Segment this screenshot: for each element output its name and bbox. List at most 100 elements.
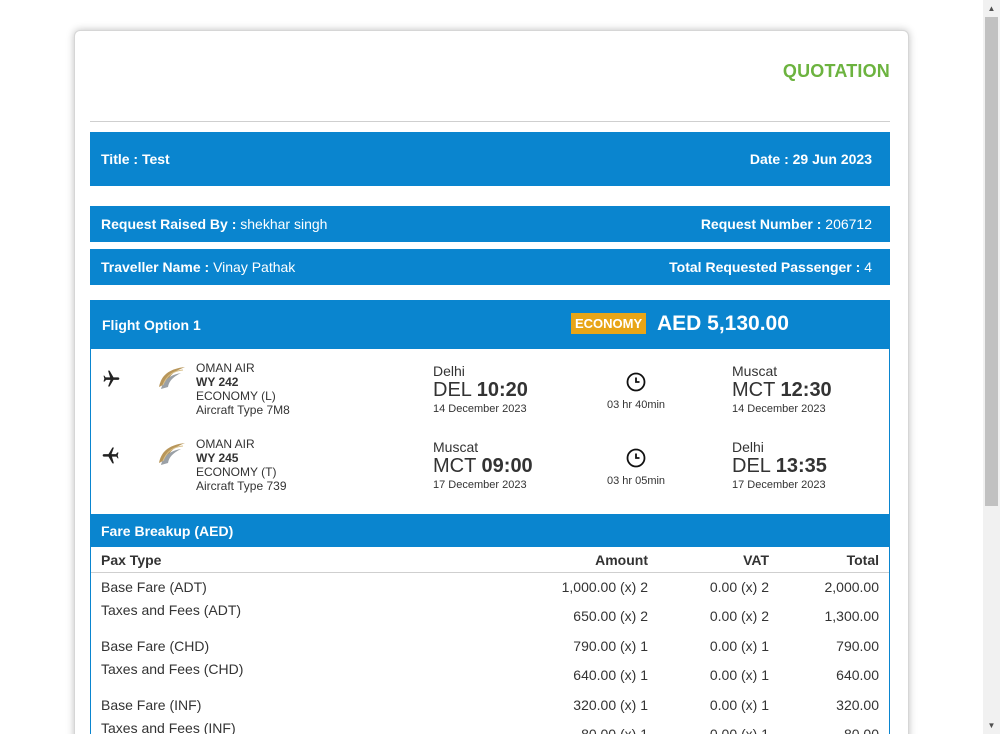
flight-duration: 03 hr 40min bbox=[606, 399, 666, 411]
arrival-date: 14 December 2023 bbox=[732, 403, 826, 415]
flight-option-box: Flight Option 1 ECONOMY AED 5,130.00 OMA… bbox=[90, 300, 890, 515]
departure-info: Muscat MCT 09:00 17 December 2023 bbox=[433, 439, 533, 493]
clock-icon bbox=[626, 372, 646, 392]
cabin-badge: ECONOMY bbox=[571, 313, 647, 334]
scroll-down-arrow-icon[interactable]: ▼ bbox=[983, 717, 1000, 734]
amount-cell: 650.00 (x) 2 bbox=[573, 608, 648, 624]
pax-type-cell: Base Fare (CHD) bbox=[101, 638, 210, 654]
amount-cell: 790.00 (x) 1 bbox=[573, 638, 648, 654]
duration-info: 03 hr 05min bbox=[596, 447, 676, 489]
pax-type-cell: Taxes and Fees (INF) bbox=[101, 720, 236, 734]
total-cell: 790.00 bbox=[836, 638, 879, 654]
departure-time: 09:00 bbox=[481, 455, 533, 477]
departure-city: Muscat bbox=[433, 439, 479, 455]
flight-price: AED 5,130.00 bbox=[657, 312, 789, 335]
request-bar: Request Raised By : shekhar singh Reques… bbox=[90, 206, 890, 242]
total-cell: 1,300.00 bbox=[824, 608, 880, 624]
table-row: Base Fare (INF) 320.00 (x) 1 0.00 (x) 1 … bbox=[91, 697, 889, 713]
arrival-city: Muscat bbox=[732, 363, 778, 379]
table-row: Base Fare (ADT) 1,000.00 (x) 2 0.00 (x) … bbox=[91, 579, 889, 595]
flight-segment: OMAN AIR WY 245 ECONOMY (T) Aircraft Typ… bbox=[91, 429, 889, 499]
arrival-time: 12:30 bbox=[780, 379, 832, 401]
column-header-vat: VAT bbox=[743, 551, 769, 568]
fare-table-header: Pax Type Amount VAT Total bbox=[91, 547, 889, 573]
airplane-icon bbox=[102, 447, 119, 464]
arrival-date: 17 December 2023 bbox=[732, 479, 826, 491]
amount-cell: 80.00 (x) 1 bbox=[581, 726, 648, 734]
airline-info: OMAN AIR WY 242 ECONOMY (L) Aircraft Typ… bbox=[196, 361, 290, 417]
departure-city: Delhi bbox=[433, 363, 465, 379]
flight-duration: 03 hr 05min bbox=[606, 475, 666, 487]
total-cell: 640.00 bbox=[836, 667, 879, 683]
departure-info: Delhi DEL 10:20 14 December 2023 bbox=[433, 363, 528, 417]
total-cell: 320.00 bbox=[836, 697, 879, 713]
duration-info: 03 hr 40min bbox=[596, 371, 676, 413]
vat-cell: 0.00 (x) 1 bbox=[709, 638, 769, 654]
arrival-code: MCT bbox=[732, 379, 775, 401]
aircraft-type: Aircraft Type 739 bbox=[196, 479, 287, 493]
request-number: Request Number : 206712 bbox=[700, 216, 872, 232]
vat-cell: 0.00 (x) 1 bbox=[709, 726, 769, 734]
pax-type-cell: Taxes and Fees (ADT) bbox=[101, 602, 242, 618]
departure-time: 10:20 bbox=[476, 379, 528, 401]
request-raised-by: Request Raised By : shekhar singh bbox=[101, 216, 328, 232]
departure-code: MCT bbox=[433, 455, 476, 477]
quotation-card: QUOTATION Title : Test Date : 29 Jun 202… bbox=[74, 30, 909, 734]
table-row: Taxes and Fees (ADT) 650.00 (x) 2 0.00 (… bbox=[91, 602, 889, 624]
arrival-time: 13:35 bbox=[775, 455, 827, 477]
traveller-bar: Traveller Name : Vinay Pathak Total Requ… bbox=[90, 249, 890, 285]
flight-number: WY 242 bbox=[196, 375, 239, 389]
column-header-amount: Amount bbox=[595, 551, 648, 568]
scrollbar-thumb[interactable] bbox=[985, 17, 998, 506]
vat-cell: 0.00 (x) 1 bbox=[709, 667, 769, 683]
aircraft-type: Aircraft Type 7M8 bbox=[196, 403, 290, 417]
column-header-total: Total bbox=[846, 551, 879, 568]
oman-air-logo-icon bbox=[159, 443, 185, 465]
fare-group-chd: Base Fare (CHD) 790.00 (x) 1 0.00 (x) 1 … bbox=[91, 632, 889, 691]
pax-type-cell: Taxes and Fees (CHD) bbox=[101, 661, 244, 677]
departure-date: 17 December 2023 bbox=[433, 479, 527, 491]
amount-cell: 320.00 (x) 1 bbox=[573, 697, 648, 713]
departure-code: DEL bbox=[433, 379, 472, 401]
flight-option-label: Flight Option 1 bbox=[102, 317, 201, 333]
scroll-up-arrow-icon[interactable]: ▲ bbox=[983, 0, 1000, 17]
airline-info: OMAN AIR WY 245 ECONOMY (T) Aircraft Typ… bbox=[196, 437, 287, 493]
passenger-count: Total Requested Passenger : 4 bbox=[669, 259, 872, 275]
title-text: Title : Test bbox=[101, 151, 170, 167]
header-divider bbox=[90, 121, 890, 122]
arrival-info: Muscat MCT 12:30 14 December 2023 bbox=[732, 363, 832, 417]
flight-segment: OMAN AIR WY 242 ECONOMY (L) Aircraft Typ… bbox=[91, 353, 889, 423]
cabin-class: ECONOMY (T) bbox=[196, 465, 277, 479]
amount-cell: 640.00 (x) 1 bbox=[573, 667, 648, 683]
total-cell: 2,000.00 bbox=[824, 579, 880, 595]
table-row: Taxes and Fees (CHD) 640.00 (x) 1 0.00 (… bbox=[91, 661, 889, 683]
date-text: Date : 29 Jun 2023 bbox=[749, 151, 872, 167]
vat-cell: 0.00 (x) 2 bbox=[709, 579, 769, 595]
flight-number: WY 245 bbox=[196, 451, 239, 465]
arrival-info: Delhi DEL 13:35 17 December 2023 bbox=[732, 439, 827, 493]
quotation-heading: QUOTATION bbox=[782, 61, 890, 81]
table-row: Base Fare (CHD) 790.00 (x) 1 0.00 (x) 1 … bbox=[91, 638, 889, 654]
fare-group-adt: Base Fare (ADT) 1,000.00 (x) 2 0.00 (x) … bbox=[91, 573, 889, 632]
total-cell: 80.00 bbox=[843, 726, 879, 734]
airline-name: OMAN AIR bbox=[196, 361, 255, 375]
pax-type-cell: Base Fare (ADT) bbox=[101, 579, 207, 595]
airline-name: OMAN AIR bbox=[196, 437, 255, 451]
page-scrollbar[interactable]: ▲ ▼ bbox=[983, 0, 1000, 734]
table-row: Taxes and Fees (INF) 80.00 (x) 1 0.00 (x… bbox=[91, 720, 889, 734]
amount-cell: 1,000.00 (x) 2 bbox=[561, 579, 648, 595]
traveller-name: Traveller Name : Vinay Pathak bbox=[101, 259, 296, 275]
oman-air-logo-icon bbox=[159, 367, 185, 389]
column-header-pax-type: Pax Type bbox=[101, 551, 162, 568]
fare-group-inf: Base Fare (INF) 320.00 (x) 1 0.00 (x) 1 … bbox=[91, 691, 889, 734]
flight-option-header: Flight Option 1 ECONOMY AED 5,130.00 bbox=[91, 301, 889, 349]
departure-date: 14 December 2023 bbox=[433, 403, 527, 415]
vat-cell: 0.00 (x) 2 bbox=[709, 608, 769, 624]
fare-breakup-header: Fare Breakup (AED) bbox=[90, 515, 890, 547]
arrival-city: Delhi bbox=[732, 439, 764, 455]
arrival-code: DEL bbox=[732, 455, 771, 477]
clock-icon bbox=[626, 448, 646, 468]
cabin-class: ECONOMY (L) bbox=[196, 389, 276, 403]
pax-type-cell: Base Fare (INF) bbox=[101, 697, 202, 713]
fare-breakup-table: Pax Type Amount VAT Total Base Fare (ADT… bbox=[90, 547, 890, 734]
